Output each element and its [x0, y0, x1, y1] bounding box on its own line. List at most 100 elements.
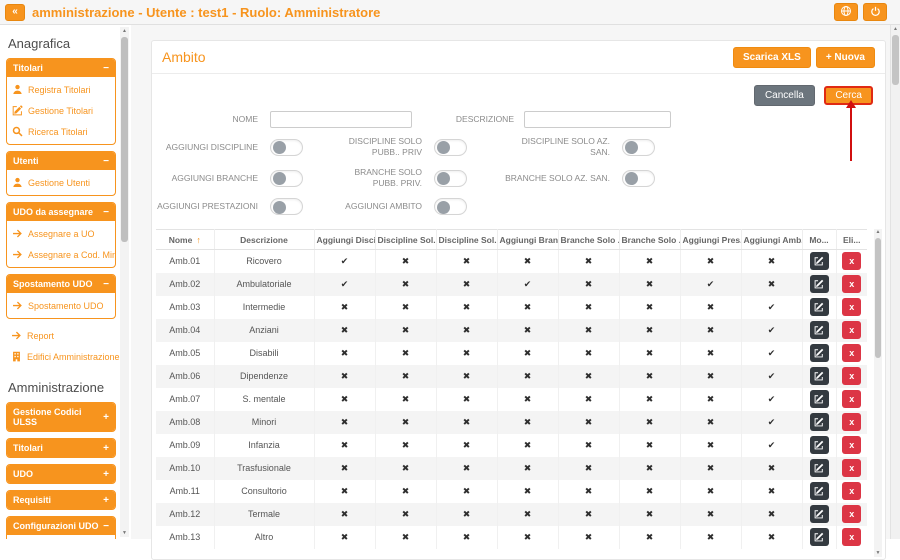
edit-row-button[interactable] [810, 459, 829, 477]
toggle-knob [625, 141, 638, 154]
edit-row-button[interactable] [810, 436, 829, 454]
column-header-discipline-sol[interactable]: Discipline Sol... [436, 230, 497, 250]
x-icon: x [849, 395, 854, 404]
toggle-aggiungi-discipline[interactable] [270, 139, 303, 156]
cell-nome: Amb.02 [156, 273, 214, 296]
scroll-up-icon[interactable]: ▲ [120, 27, 129, 35]
delete-row-button[interactable]: x [842, 413, 861, 431]
x-icon: x [849, 372, 854, 381]
sidebar-panel-header-configurazioni-udo[interactable]: Configurazioni UDO− [7, 517, 115, 535]
sidebar-panel-header-requisiti[interactable]: Requisiti+ [7, 491, 115, 509]
delete-row-button[interactable]: x [842, 482, 861, 500]
cross-icon: ✖ [619, 480, 680, 503]
sidebar-panel-header-spostamento-udo[interactable]: Spostamento UDO− [7, 275, 115, 293]
delete-row-button[interactable]: x [842, 321, 861, 339]
edit-row-button[interactable] [810, 252, 829, 270]
column-header-aggiungi-amb[interactable]: Aggiungi Amb... [741, 230, 802, 250]
toggle-discipline-solo-pubb-priv[interactable] [434, 139, 467, 156]
sidebar-item-label: Spostamento UDO [28, 301, 104, 311]
toggle-discipline-solo-az-san[interactable] [622, 139, 655, 156]
cross-icon: ✖ [680, 342, 741, 365]
toggle-aggiungi-prestazioni[interactable] [270, 198, 303, 215]
sidebar-scrollbar[interactable]: ▲ ▼ [120, 27, 129, 537]
sidebar-panel-utenti: Utenti− Gestione Utenti [6, 151, 116, 196]
delete-row-button[interactable]: x [842, 275, 861, 293]
edit-row-button[interactable] [810, 390, 829, 408]
cross-icon: ✖ [497, 365, 558, 388]
edit-row-button[interactable] [810, 413, 829, 431]
column-header-branche-solo[interactable]: Branche Solo ... [558, 230, 619, 250]
toggle-branche-solo-az-san[interactable] [622, 170, 655, 187]
delete-row-button[interactable]: x [842, 252, 861, 270]
filter-actions: Cancella Cerca [152, 74, 885, 104]
edit-row-button[interactable] [810, 505, 829, 523]
cross-icon: ✖ [436, 434, 497, 457]
delete-row-button[interactable]: x [842, 459, 861, 477]
sidebar-item-ricerca-titolari[interactable]: Ricerca Titolari [7, 121, 115, 142]
page-scrollbar[interactable]: ▲ [890, 25, 900, 539]
page-scrollbar-thumb[interactable] [892, 35, 899, 85]
sidebar-item-gestione-titolari[interactable]: Gestione Titolari [7, 100, 115, 121]
sidebar-panel-header-titolari[interactable]: Titolari− [7, 59, 115, 77]
descrizione-input[interactable] [524, 111, 671, 128]
sidebar-panel-header-titolari[interactable]: Titolari+ [7, 439, 115, 457]
sidebar-item-assegnare-a-uo[interactable]: Assegnare a UO [7, 223, 115, 244]
sidebar-item-gestione-utenti[interactable]: Gestione Utenti [7, 172, 115, 193]
language-globe-button[interactable] [834, 3, 858, 21]
delete-row-button[interactable]: x [842, 505, 861, 523]
nuova-button[interactable]: + Nuova [816, 47, 875, 68]
table-row: Amb.07S. mentale✖✖✖✖✖✖✖✔x [156, 388, 867, 411]
sidebar-item-assegnare-a-cod-min[interactable]: Assegnare a Cod. Min. [7, 244, 115, 265]
delete-row-button[interactable]: x [842, 390, 861, 408]
column-header-discipline-sol[interactable]: Discipline Sol... [375, 230, 436, 250]
table-scrollbar-thumb[interactable] [875, 238, 881, 358]
sidebar-panel-header-udo-da-assegnare[interactable]: UDO da assegnare− [7, 203, 115, 221]
toggle-branche-solo-pubb-priv[interactable] [434, 170, 467, 187]
table-scrollbar[interactable]: ▲ ▼ [874, 229, 882, 557]
sidebar-item-spostamento-udo[interactable]: Spostamento UDO [7, 295, 115, 316]
sidebar-item-edifici-amministrazione[interactable]: Edifici Amministrazione [6, 346, 118, 367]
edit-row-button[interactable] [810, 275, 829, 293]
scarica-xls-button[interactable]: Scarica XLS [733, 47, 811, 68]
cross-icon: ✖ [741, 250, 802, 273]
edit-row-button[interactable] [810, 482, 829, 500]
scroll-up-icon[interactable]: ▲ [891, 25, 900, 33]
scroll-down-icon[interactable]: ▼ [874, 550, 882, 557]
scroll-up-icon[interactable]: ▲ [874, 229, 882, 236]
pencil-icon [814, 415, 824, 430]
edit-row-button[interactable] [810, 344, 829, 362]
column-header-aggiungi-pres[interactable]: Aggiungi Pres... [680, 230, 741, 250]
table-row: Amb.09Infanzia✖✖✖✖✖✖✖✔x [156, 434, 867, 457]
panel-title: Gestione Codici ULSS [13, 407, 103, 427]
nome-input[interactable] [270, 111, 412, 128]
column-label: Aggiungi Disci... [317, 235, 376, 245]
column-header-aggiungi-bran[interactable]: Aggiungi Bran... [497, 230, 558, 250]
edit-row-button[interactable] [810, 298, 829, 316]
sidebar-item-registra-titolari[interactable]: Registra Titolari [7, 79, 115, 100]
toggle-aggiungi-branche[interactable] [270, 170, 303, 187]
cross-icon: ✖ [680, 434, 741, 457]
sidebar-panel-header-utenti[interactable]: Utenti− [7, 152, 115, 170]
annotation-arrow [850, 107, 852, 161]
edit-row-button[interactable] [810, 528, 829, 546]
delete-row-button[interactable]: x [842, 436, 861, 454]
scroll-down-icon[interactable]: ▼ [120, 529, 129, 537]
delete-row-button[interactable]: x [842, 367, 861, 385]
column-header-nome[interactable]: Nome↑ [156, 230, 214, 250]
delete-row-button[interactable]: x [842, 344, 861, 362]
cancella-button[interactable]: Cancella [754, 85, 815, 106]
edit-row-button[interactable] [810, 321, 829, 339]
toggle-aggiungi-ambito[interactable] [434, 198, 467, 215]
logout-power-button[interactable] [863, 3, 887, 21]
sidebar-item-report[interactable]: Report [6, 325, 118, 346]
edit-row-button[interactable] [810, 367, 829, 385]
sidebar-panel-header-gestione-codici-ulss[interactable]: Gestione Codici ULSS+ [7, 403, 115, 431]
delete-row-button[interactable]: x [842, 528, 861, 546]
column-header-aggiungi-disci[interactable]: Aggiungi Disci... [314, 230, 375, 250]
column-header-descrizione[interactable]: Descrizione [214, 230, 314, 250]
sidebar-panel-header-udo[interactable]: UDO+ [7, 465, 115, 483]
column-header-branche-solo[interactable]: Branche Solo ... [619, 230, 680, 250]
sidebar-scrollbar-thumb[interactable] [121, 37, 128, 242]
delete-row-button[interactable]: x [842, 298, 861, 316]
sidebar-collapse-button[interactable]: « [5, 4, 25, 21]
